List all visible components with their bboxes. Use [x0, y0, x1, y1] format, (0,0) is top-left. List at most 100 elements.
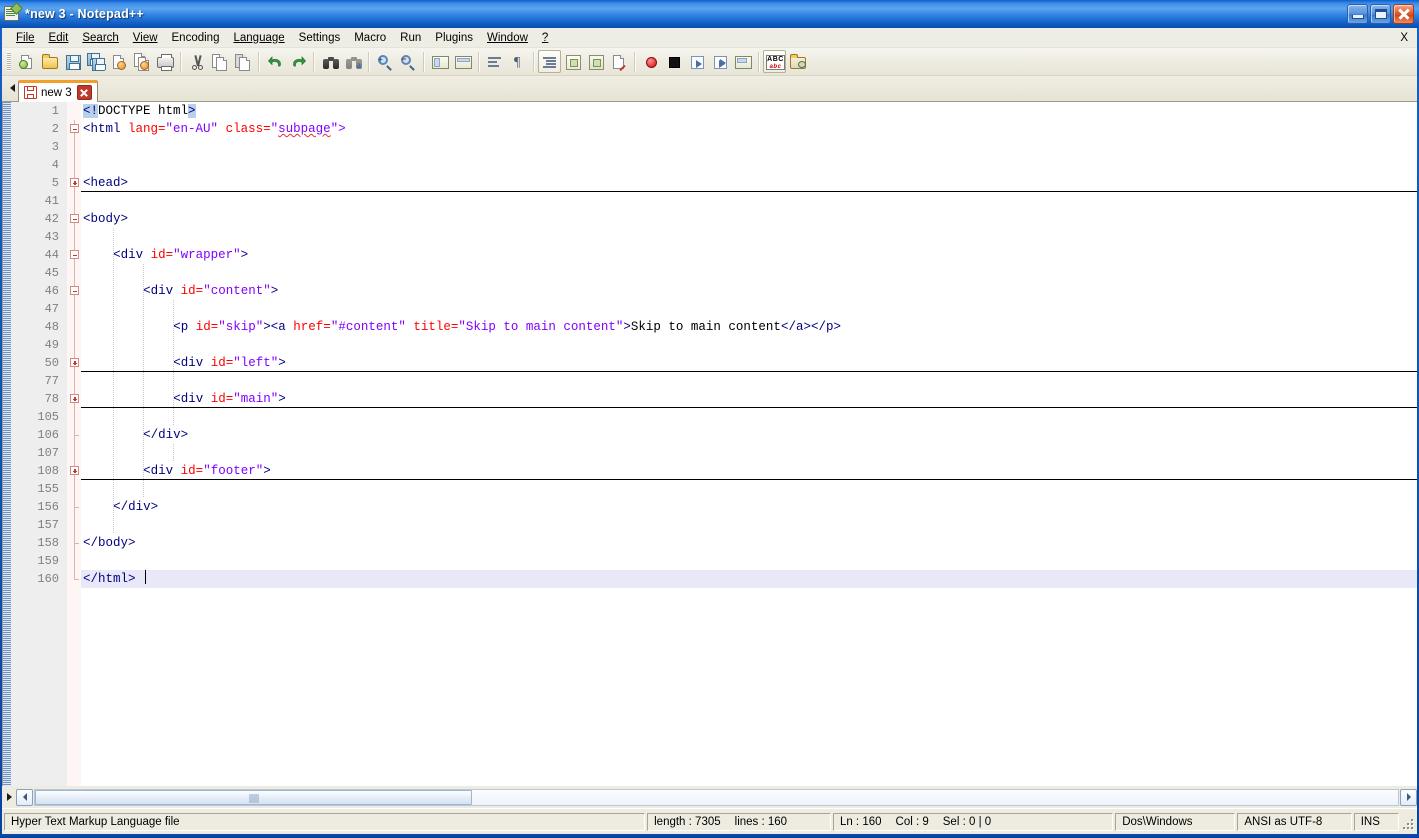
- close-button[interactable]: [1393, 4, 1414, 24]
- save-all-icon[interactable]: [84, 50, 107, 73]
- code-line[interactable]: <div id="left">: [81, 354, 1417, 372]
- tab-close-icon[interactable]: [76, 85, 92, 100]
- copy-icon[interactable]: [208, 50, 231, 73]
- fold-margin[interactable]: [67, 102, 81, 786]
- redo-icon[interactable]: [286, 50, 309, 73]
- print-icon[interactable]: [153, 50, 176, 73]
- play-macro-icon[interactable]: [685, 50, 708, 73]
- new-file-icon[interactable]: [15, 50, 38, 73]
- zoom-in-icon[interactable]: +: [373, 50, 396, 73]
- fold-expand-icon[interactable]: [70, 394, 79, 403]
- tab-scroll-left-icon[interactable]: [6, 75, 18, 101]
- code-line[interactable]: <div id="main">: [81, 390, 1417, 408]
- code-line[interactable]: [81, 516, 1417, 534]
- close-all-icon[interactable]: [130, 50, 153, 73]
- menu-item-help[interactable]: ?: [535, 30, 555, 46]
- record-macro-icon[interactable]: [639, 50, 662, 73]
- sync-vertical-scroll-icon[interactable]: [428, 50, 451, 73]
- scroll-right-button[interactable]: [1400, 788, 1417, 806]
- scrollbar-thumb[interactable]: [35, 789, 472, 805]
- minimize-button[interactable]: [1347, 4, 1368, 24]
- undo-icon[interactable]: [263, 50, 286, 73]
- close-file-icon[interactable]: [107, 50, 130, 73]
- menu-item-run[interactable]: Run: [393, 30, 428, 46]
- code-line[interactable]: [81, 444, 1417, 462]
- code-line[interactable]: <p id="skip"><a href="#content" title="S…: [81, 318, 1417, 336]
- menu-item-language[interactable]: Language: [226, 30, 291, 46]
- code-line[interactable]: [81, 480, 1417, 498]
- code-line[interactable]: <body>: [81, 210, 1417, 228]
- code-line[interactable]: [81, 372, 1417, 390]
- document-close-button[interactable]: X: [1400, 32, 1408, 44]
- scrollbar-track[interactable]: [34, 788, 1399, 806]
- menu-item-file[interactable]: File: [9, 30, 42, 46]
- menu-item-window[interactable]: Window: [480, 30, 535, 46]
- show-indent-guide-icon[interactable]: [538, 50, 561, 73]
- code-line[interactable]: [81, 228, 1417, 246]
- function-list-icon[interactable]: [607, 50, 630, 73]
- maximize-button[interactable]: [1370, 4, 1391, 24]
- status-encoding[interactable]: ANSI as UTF-8: [1237, 812, 1352, 831]
- menu-item-encoding[interactable]: Encoding: [165, 30, 227, 46]
- menu-item-macro[interactable]: Macro: [347, 30, 393, 46]
- fold-collapse-icon[interactable]: [70, 214, 79, 223]
- toolbar-grip[interactable]: [7, 52, 11, 71]
- code-line[interactable]: [81, 138, 1417, 156]
- code-line[interactable]: [81, 336, 1417, 354]
- code-line[interactable]: <div id="content">: [81, 282, 1417, 300]
- code-line[interactable]: [81, 192, 1417, 210]
- spell-check-icon[interactable]: ABC abc: [763, 50, 786, 73]
- run-macro-multiple-icon[interactable]: [708, 50, 731, 73]
- stop-macro-icon[interactable]: [662, 50, 685, 73]
- cut-icon[interactable]: [185, 50, 208, 73]
- code-line[interactable]: <div id="footer">: [81, 462, 1417, 480]
- scroll-left-button[interactable]: [16, 788, 33, 806]
- sync-horizontal-scroll-icon[interactable]: [451, 50, 474, 73]
- user-defined-dialog-icon[interactable]: [561, 50, 584, 73]
- code-line[interactable]: [81, 408, 1417, 426]
- fold-collapse-icon[interactable]: [70, 250, 79, 259]
- menu-item-view[interactable]: View: [126, 30, 165, 46]
- menu-item-edit[interactable]: Edit: [42, 30, 76, 46]
- find-icon[interactable]: [318, 50, 341, 73]
- code-line[interactable]: [81, 156, 1417, 174]
- status-eol-format[interactable]: Dos\Windows: [1115, 812, 1236, 831]
- code-line[interactable]: <!DOCTYPE html>: [81, 102, 1417, 120]
- docked-panel-edge[interactable]: [3, 102, 11, 786]
- open-file-icon[interactable]: [38, 50, 61, 73]
- tab-new-3[interactable]: new 3: [18, 80, 98, 102]
- save-file-icon[interactable]: [61, 50, 84, 73]
- fold-expand-icon[interactable]: [70, 466, 79, 475]
- horizontal-scrollbar[interactable]: [2, 786, 1417, 808]
- code-line[interactable]: [81, 264, 1417, 282]
- menu-item-search[interactable]: Search: [75, 30, 125, 46]
- fold-expand-icon[interactable]: [70, 178, 79, 187]
- code-line[interactable]: <head>: [81, 174, 1417, 192]
- code-line[interactable]: <div id="wrapper">: [81, 246, 1417, 264]
- menu-item-plugins[interactable]: Plugins: [428, 30, 480, 46]
- fold-expand-icon[interactable]: [70, 358, 79, 367]
- zoom-out-icon[interactable]: −: [396, 50, 419, 73]
- fold-collapse-icon[interactable]: [70, 124, 79, 133]
- status-insert-mode[interactable]: INS: [1353, 812, 1399, 831]
- menu-item-settings[interactable]: Settings: [292, 30, 348, 46]
- panel-expand-arrow-icon[interactable]: [2, 786, 16, 808]
- replace-icon[interactable]: a: [341, 50, 364, 73]
- title-bar[interactable]: *new 3 - Notepad++: [0, 0, 1419, 28]
- code-text-area[interactable]: <!DOCTYPE html> <html lang="en-AU" class=…: [81, 102, 1417, 786]
- show-all-characters-icon[interactable]: ¶: [506, 50, 529, 73]
- resize-grip[interactable]: [1399, 814, 1414, 830]
- paste-icon[interactable]: [231, 50, 254, 73]
- code-line[interactable]: </div>: [81, 498, 1417, 516]
- code-line[interactable]: [81, 552, 1417, 570]
- document-map-icon[interactable]: [584, 50, 607, 73]
- code-line[interactable]: <html lang="en-AU" class="subpage">: [81, 120, 1417, 138]
- code-line[interactable]: </body>: [81, 534, 1417, 552]
- code-line[interactable]: </div>: [81, 426, 1417, 444]
- code-line-current[interactable]: </html>: [81, 570, 1417, 588]
- save-macro-icon[interactable]: [731, 50, 754, 73]
- code-line[interactable]: [81, 300, 1417, 318]
- run-icon[interactable]: [786, 50, 809, 73]
- word-wrap-icon[interactable]: [483, 50, 506, 73]
- fold-collapse-icon[interactable]: [70, 286, 79, 295]
